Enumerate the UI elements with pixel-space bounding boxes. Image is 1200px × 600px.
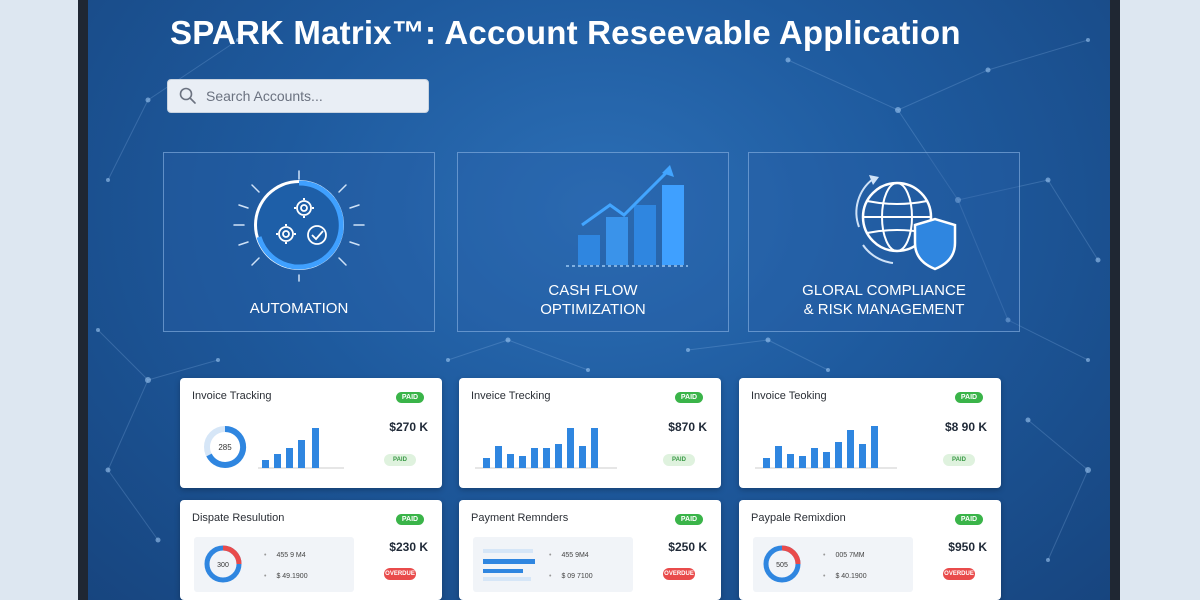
globe-shield-icon	[855, 175, 957, 271]
summary-line-2: $ 40.1900	[835, 573, 867, 580]
summary-line-2: $ 49.1900	[276, 573, 308, 580]
donut-chart: 285	[204, 425, 247, 468]
status-badge: PAID	[955, 514, 983, 525]
amount-value: $8 90 K	[944, 420, 987, 434]
feature-tile-compliance[interactable]: GLORAL COMPLIANCE & RISK MANAGEMENT	[748, 152, 1020, 332]
search-icon	[179, 87, 196, 104]
feature-tile-cash-flow[interactable]: CASH FLOW OPTIMIZATION	[457, 152, 729, 332]
monitor-bezel-right	[1110, 0, 1120, 600]
card-dispute-resolution[interactable]: Dispate Resulution PAID 300 • 455 9 M4 • $…	[180, 500, 442, 600]
status-badge: PAID	[675, 392, 703, 403]
monitor-bezel-left	[78, 0, 88, 600]
summary-panel: 505 • 005 7MM • $ 40.1900	[753, 537, 913, 592]
feature-label-line1: CASH FLOW	[548, 282, 638, 299]
amount-value: $870 K	[668, 420, 707, 434]
mini-bar-chart	[258, 428, 344, 469]
amount-value: $230 K	[389, 540, 428, 554]
status-pill: OVERDUE	[384, 568, 416, 580]
donut-label: 505	[776, 562, 788, 569]
status-badge: PAID	[955, 392, 983, 403]
summary-line-1: 005 7MM	[835, 552, 865, 559]
status-pill: OVERDUE	[943, 568, 975, 580]
donut-chart: 505	[763, 545, 801, 583]
status-pill: PAID	[384, 454, 416, 466]
card-invoice-tracking[interactable]: Invoice Tracking PAID 285 $270 K PAID	[180, 378, 442, 488]
status-badge: PAID	[675, 514, 703, 525]
status-badge: PAID	[396, 392, 424, 403]
summary-panel: 300 • 455 9 M4 • $ 49.1900	[194, 537, 354, 592]
amount-value: $250 K	[668, 540, 707, 554]
card-payment-reminders[interactable]: Payment Remnders PAID • 455 9M4 • $ 09 710…	[459, 500, 721, 600]
card-title: Inveice Trecking	[471, 390, 551, 402]
feature-label-line1: GLORAL COMPLIANCE	[802, 282, 966, 299]
card-invoice-trecking[interactable]: Inveice Trecking PAID $870 K PAID	[459, 378, 721, 488]
donut-label: 285	[218, 443, 232, 452]
summary-panel: • 455 9M4 • $ 09 7100	[473, 537, 633, 592]
progress-bars	[483, 549, 535, 581]
amount-value: $950 K	[948, 540, 987, 554]
search-bar[interactable]	[167, 79, 429, 113]
amount-value: $270 K	[389, 420, 428, 434]
feature-tile-automation[interactable]: AUTOMATION	[163, 152, 435, 332]
app-screen: SPARK Matrix™: Account Reseevable Applic…	[88, 0, 1110, 600]
donut-chart: 300	[204, 545, 242, 583]
card-payable-remixdion[interactable]: Paypale Remixdion PAID 505 • 005 7MM • $ 4…	[739, 500, 1001, 600]
status-pill: PAID	[663, 454, 695, 466]
growth-chart-icon	[566, 165, 688, 267]
summary-line-2: $ 09 7100	[561, 573, 593, 580]
mini-bar-chart	[475, 428, 617, 469]
summary-line-1: 455 9M4	[561, 552, 589, 559]
feature-label: AUTOMATION	[249, 300, 349, 317]
card-title: Invoice Teoking	[751, 390, 827, 402]
donut-label: 300	[217, 562, 229, 569]
feature-label-line2: OPTIMIZATION	[540, 301, 646, 318]
automation-gears-icon	[233, 170, 365, 282]
card-title: Invoice Tracking	[192, 390, 272, 402]
page-title: SPARK Matrix™: Account Reseevable Applic…	[170, 14, 961, 51]
feature-label-line2: & RISK MANAGEMENT	[803, 301, 965, 318]
card-title: Payment Remnders	[471, 512, 569, 524]
card-title: Dispate Resulution	[192, 512, 285, 524]
status-pill: PAID	[943, 454, 975, 466]
summary-line-1: 455 9 M4	[276, 552, 306, 559]
card-title: Paypale Remixdion	[751, 512, 846, 524]
mini-bar-chart	[755, 426, 897, 469]
card-invoice-teoking[interactable]: Invoice Teoking PAID $8 90 K PAID	[739, 378, 1001, 488]
status-pill: OVERDUE	[663, 568, 695, 580]
search-input[interactable]	[206, 88, 426, 104]
status-badge: PAID	[396, 514, 424, 525]
